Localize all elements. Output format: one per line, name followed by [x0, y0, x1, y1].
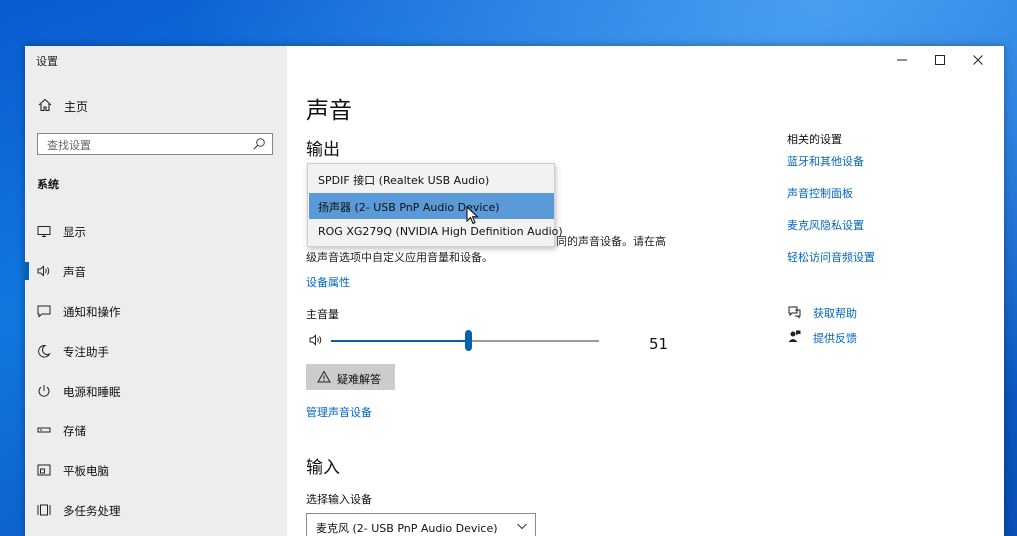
sidebar-item-label: 多任务处理 [63, 504, 121, 518]
option-label: ROG XG279Q (NVIDIA High Definition Audio… [318, 225, 563, 238]
output-description-line1: 同的声音设备。请在高 [556, 235, 666, 248]
power-icon [38, 385, 50, 397]
feedback-person-icon [788, 330, 801, 342]
chevron-down-icon [517, 523, 527, 530]
feedback-link[interactable]: 提供反馈 [813, 330, 857, 346]
close-icon[interactable] [970, 52, 986, 68]
storage-icon [37, 427, 51, 433]
sidebar-item-notifications[interactable]: 通知和操作 [25, 296, 287, 326]
output-device-dropdown[interactable]: SPDIF 接口 (Realtek USB Audio) 扬声器 (2- USB… [307, 163, 563, 247]
output-device-option-selected[interactable]: 扬声器 (2- USB PnP Audio Device) [309, 193, 554, 219]
input-device-label: 选择输入设备 [306, 493, 372, 506]
search-input[interactable]: 查找设置 [37, 133, 273, 155]
help-chat-icon [788, 306, 801, 319]
tablet-icon [37, 464, 51, 476]
related-settings-title: 相关的设置 [787, 133, 842, 146]
notification-icon [37, 305, 51, 318]
option-label: SPDIF 接口 (Realtek USB Audio) [318, 174, 490, 187]
search-placeholder: 查找设置 [47, 139, 91, 152]
warning-icon [317, 370, 331, 383]
multitask-icon [37, 504, 51, 516]
main-content: 声音 输出 同的声音设备。请在高 级声音选项中自定义应用音量和设备。 设备属性 … [287, 46, 1004, 536]
sidebar-item-focus-assist[interactable]: 专注助手 [25, 336, 287, 366]
sidebar-item-label: 通知和操作 [63, 305, 121, 319]
sidebar-item-label: 专注助手 [63, 345, 109, 359]
minimize-icon[interactable] [894, 52, 910, 68]
window-title: 设置 [36, 55, 58, 68]
sidebar: 设置 主页 查找设置 系统 显示 声音 通知和操作 专注助手 电源和睡眠 存储 … [25, 46, 287, 536]
input-device-select[interactable]: 麦克风 (2- USB PnP Audio Device) [306, 513, 536, 536]
volume-slider-thumb[interactable] [464, 330, 472, 351]
output-description-line2: 级声音选项中自定义应用音量和设备。 [306, 251, 493, 264]
volume-icon[interactable] [308, 332, 324, 348]
feedback-row[interactable]: 提供反馈 [787, 328, 937, 346]
sidebar-home[interactable]: 主页 [25, 94, 287, 118]
manage-sound-devices-link[interactable]: 管理声音设备 [306, 404, 372, 420]
sidebar-item-label: 声音 [63, 265, 86, 279]
related-link-bluetooth[interactable]: 蓝牙和其他设备 [787, 153, 864, 169]
settings-window: 设置 主页 查找设置 系统 显示 声音 通知和操作 专注助手 电源和睡眠 存储 … [25, 46, 1004, 536]
related-link-ease-of-access-audio[interactable]: 轻松访问音频设置 [787, 249, 875, 265]
related-link-sound-control-panel[interactable]: 声音控制面板 [787, 185, 853, 201]
moon-icon [38, 344, 51, 358]
sidebar-item-display[interactable]: 显示 [25, 216, 287, 246]
get-help-link[interactable]: 获取帮助 [813, 305, 857, 321]
sidebar-item-label: 电源和睡眠 [63, 385, 121, 399]
output-device-option[interactable]: SPDIF 接口 (Realtek USB Audio) [309, 166, 554, 192]
volume-slider-fill [331, 340, 468, 342]
device-properties-link[interactable]: 设备属性 [306, 274, 350, 290]
volume-slider[interactable] [331, 330, 599, 351]
sidebar-item-multitasking[interactable]: 多任务处理 [25, 495, 287, 525]
page-title: 声音 [306, 98, 352, 124]
sidebar-item-sound[interactable]: 声音 [25, 256, 287, 286]
output-device-option[interactable]: ROG XG279Q (NVIDIA High Definition Audio… [309, 219, 563, 245]
volume-value: 51 [649, 335, 669, 353]
input-device-value: 麦克风 (2- USB PnP Audio Device) [316, 522, 498, 535]
sidebar-home-label: 主页 [64, 100, 89, 114]
mouse-cursor-icon [466, 206, 479, 225]
sidebar-item-storage[interactable]: 存储 [25, 415, 287, 445]
troubleshoot-button[interactable]: 疑难解答 [306, 364, 395, 390]
title-bar-controls [874, 46, 1004, 74]
home-icon [38, 98, 52, 112]
sidebar-item-tablet[interactable]: 平板电脑 [25, 455, 287, 485]
maximize-icon[interactable] [932, 52, 948, 68]
monitor-icon [37, 226, 51, 237]
master-volume-label: 主音量 [306, 308, 339, 321]
get-help-row[interactable]: 获取帮助 [787, 303, 937, 321]
troubleshoot-label: 疑难解答 [337, 373, 381, 386]
sidebar-item-label: 存储 [63, 424, 86, 438]
sidebar-item-label: 显示 [63, 225, 86, 239]
sidebar-item-power[interactable]: 电源和睡眠 [25, 376, 287, 406]
speaker-icon [37, 265, 50, 277]
output-heading: 输出 [306, 140, 340, 160]
related-link-mic-privacy[interactable]: 麦克风隐私设置 [787, 217, 864, 233]
sidebar-section-title: 系统 [37, 178, 59, 191]
search-icon[interactable] [252, 137, 266, 151]
sidebar-item-label: 平板电脑 [63, 464, 109, 478]
input-heading: 输入 [306, 458, 340, 478]
